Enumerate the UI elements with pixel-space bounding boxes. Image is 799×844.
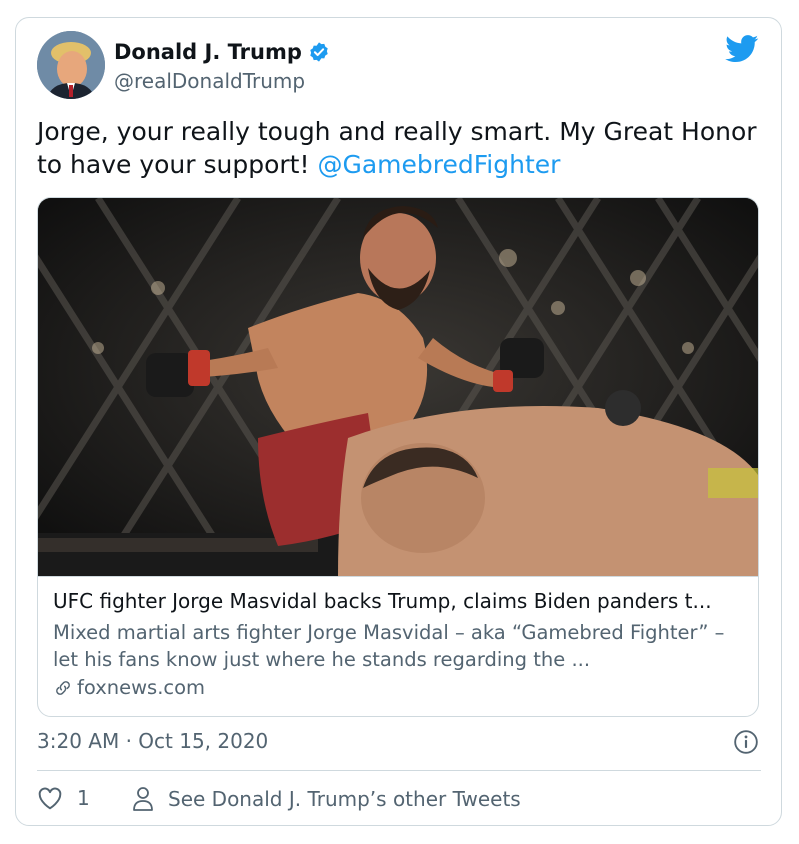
like-button[interactable]: 1	[37, 786, 90, 810]
heart-icon	[38, 787, 62, 810]
author-handle[interactable]: @realDonaldTrump	[114, 69, 305, 93]
author-name[interactable]: Donald J. Trump	[114, 40, 302, 64]
tweet-text: Jorge, your really tough and really smar…	[37, 115, 757, 181]
author-name-row[interactable]: Donald J. Trump	[114, 40, 330, 64]
verified-badge-icon	[310, 42, 328, 62]
see-other-tweets-link[interactable]: See Donald J. Trump’s other Tweets	[132, 786, 521, 812]
like-count: 1	[77, 786, 90, 810]
see-other-tweets-label[interactable]: See Donald J. Trump’s other Tweets	[168, 787, 521, 811]
link-domain-row[interactable]: foxnews.com	[53, 676, 205, 699]
link-title[interactable]: UFC fighter Jorge Masvidal backs Trump, …	[53, 589, 748, 613]
person-icon	[133, 787, 153, 811]
link-icon	[56, 680, 70, 695]
tweet-timestamp[interactable]: 3:20 AM · Oct 15, 2020	[37, 729, 268, 753]
link-domain[interactable]: foxnews.com	[77, 676, 205, 699]
mention-link[interactable]: @GamebredFighter	[317, 150, 560, 179]
link-preview-image[interactable]	[38, 198, 758, 576]
twitter-bird-icon[interactable]	[725, 35, 759, 63]
tweet-embed-card: Donald J. Trump @realDonaldTrump Jorge, …	[15, 17, 782, 826]
link-description: Mixed martial arts fighter Jorge Masvida…	[53, 621, 725, 671]
link-preview-info[interactable]: UFC fighter Jorge Masvidal backs Trump, …	[38, 576, 758, 716]
divider	[37, 770, 761, 771]
link-preview-card[interactable]: UFC fighter Jorge Masvidal backs Trump, …	[37, 197, 759, 717]
info-icon[interactable]	[733, 729, 759, 755]
avatar[interactable]	[37, 31, 105, 99]
